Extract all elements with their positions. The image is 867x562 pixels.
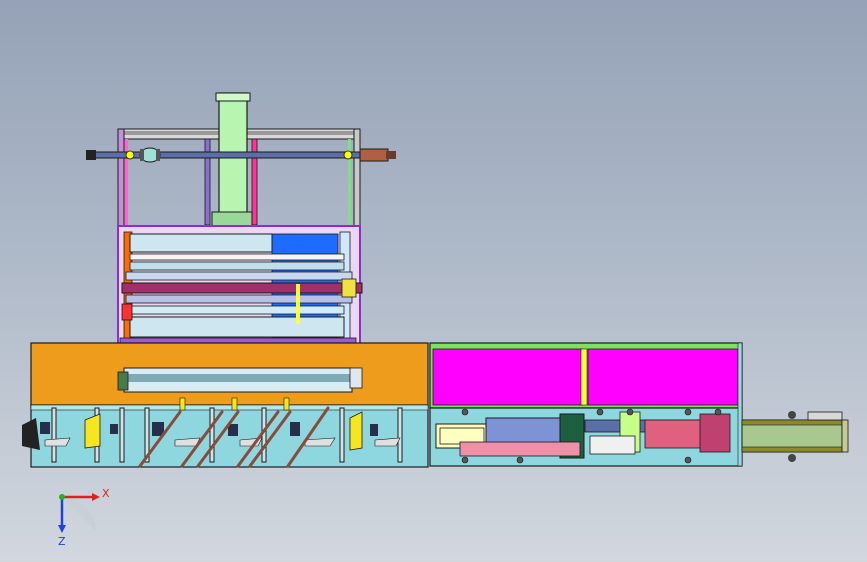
magenta-panel-left xyxy=(432,348,584,406)
orange-body xyxy=(30,342,429,408)
roller-1 xyxy=(129,233,273,253)
roller-5 xyxy=(121,282,363,294)
lower-left-base xyxy=(22,397,429,468)
magenta-panel-right xyxy=(587,348,739,406)
cad-viewport[interactable]: X Z xyxy=(0,0,867,562)
y-axis-dot xyxy=(59,494,65,500)
z-axis-head xyxy=(58,525,66,533)
roller-6 xyxy=(125,294,353,304)
roller-3 xyxy=(129,261,345,271)
roller-box xyxy=(117,225,363,345)
x-axis-label: X xyxy=(102,487,110,500)
central-column xyxy=(218,92,248,228)
column-base xyxy=(211,211,253,227)
shaft-end-left xyxy=(86,150,96,160)
roller-7 xyxy=(129,305,345,315)
roller-8 xyxy=(129,316,345,338)
column-cap xyxy=(215,92,251,102)
roller-2 xyxy=(129,253,345,261)
x-axis-head xyxy=(92,493,100,501)
output-conveyor xyxy=(741,411,849,462)
z-axis-label: Z xyxy=(58,535,66,548)
shaft-motor xyxy=(359,148,389,162)
yellow-strip xyxy=(580,348,588,406)
orientation-triad[interactable]: X Z xyxy=(58,487,110,548)
roller-4 xyxy=(125,271,353,281)
triad-backdrop xyxy=(62,497,96,531)
right-upper-housing xyxy=(429,342,743,409)
